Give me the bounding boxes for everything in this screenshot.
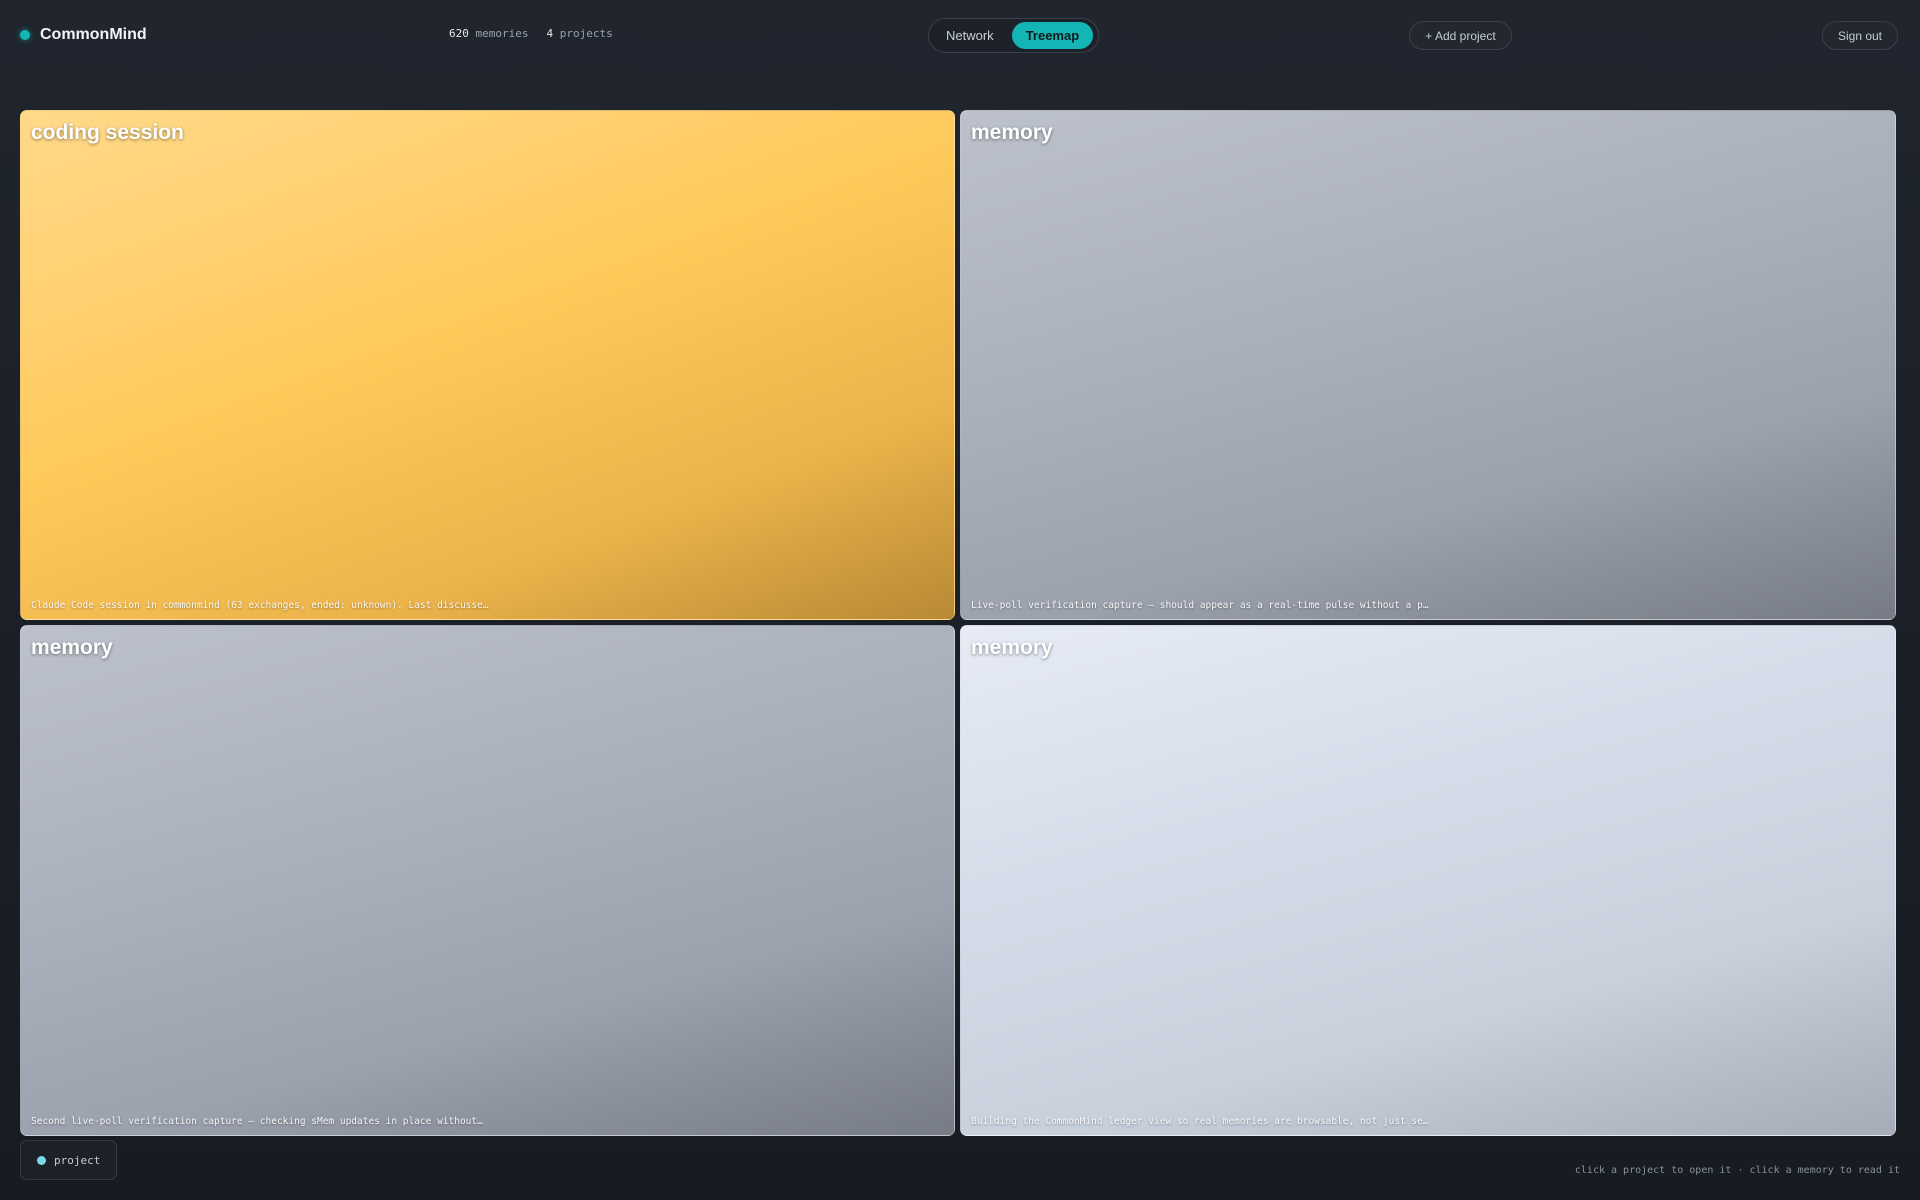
top-bar: CommonMind 620 memories 4 projects Netwo… [0,0,1920,70]
legend-label: project [54,1153,101,1167]
project-dot-icon [37,1155,46,1165]
treemap-tile-memory[interactable]: memory Building the CommonMind ledger vi… [960,625,1896,1136]
memories-label: memories [475,27,529,40]
projects-label: projects [559,27,613,40]
memories-stat: 620 memories [449,27,528,40]
tile-snippet: Building the CommonMind ledger view so r… [971,1116,1429,1127]
treemap-tile-coding-session[interactable]: coding session Claude Code session in co… [20,110,955,620]
tile-snippet: Live-poll verification capture — should … [971,600,1429,611]
brand-status-dot-icon [20,30,30,40]
tile-snippet: Claude Code session in commonmind (63 ex… [31,600,489,611]
tile-title: memory [31,636,113,659]
brand: CommonMind [20,24,147,46]
treemap-tile-memory[interactable]: memory Second live-poll verification cap… [20,625,955,1136]
legend: project [20,1140,117,1180]
stats: 620 memories 4 projects [449,27,613,40]
sign-out-button[interactable]: Sign out [1822,21,1898,50]
add-project-button[interactable]: + Add project [1409,21,1512,50]
tile-title: coding session [31,121,184,144]
app-name: CommonMind [40,26,147,43]
projects-count: 4 [546,27,554,40]
tile-title: memory [971,121,1053,144]
memories-count: 620 [449,27,469,40]
treemap-tile-memory[interactable]: memory Live-poll verification capture — … [960,110,1896,620]
view-toggle: Network Treemap [928,18,1099,53]
treemap-view-button[interactable]: Treemap [1011,22,1094,49]
usage-hint: click a project to open it · click a mem… [1574,1165,1900,1176]
projects-stat: 4 projects [546,27,612,40]
tile-snippet: Second live-poll verification capture — … [31,1116,483,1127]
tile-title: memory [971,636,1053,659]
network-view-button[interactable]: Network [932,22,1008,49]
